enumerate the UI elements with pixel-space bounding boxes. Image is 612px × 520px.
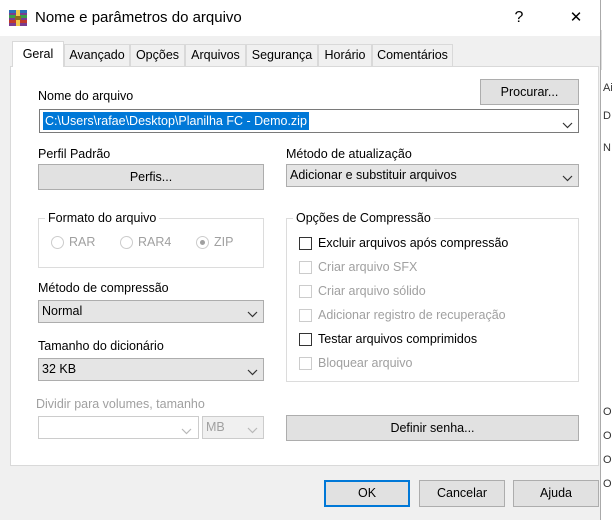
format-rar4-label: RAR4 <box>138 235 172 249</box>
format-zip-radio[interactable] <box>196 236 209 249</box>
archive-format-title: Formato do arquivo <box>45 211 160 225</box>
dictionary-size-value: 32 KB <box>42 362 77 376</box>
delete-files-checkbox[interactable] <box>299 237 312 250</box>
recovery-record-label: Adicionar registro de recuperação <box>318 308 506 322</box>
archive-dialog: Nome e parâmetros do arquivo ? ✕ Geral A… <box>0 0 601 520</box>
update-method-select[interactable]: Adicionar e substituir arquivos <box>286 164 579 187</box>
archive-name-label: Nome do arquivo <box>38 89 134 103</box>
background-fragment: D <box>603 110 611 122</box>
chevron-down-icon <box>247 365 258 376</box>
archive-name-combo[interactable]: C:\Users\rafae\Desktop\Planilha FC - Dem… <box>39 109 579 133</box>
ok-button[interactable]: OK <box>324 480 410 507</box>
background-fragment: Ai <box>603 82 612 94</box>
format-rar-label: RAR <box>69 235 96 249</box>
test-files-label[interactable]: Testar arquivos comprimidos <box>318 332 477 346</box>
chevron-down-icon[interactable] <box>562 118 573 132</box>
title-bar[interactable]: Nome e parâmetros do arquivo ? ✕ <box>0 0 600 36</box>
compression-method-select[interactable]: Normal <box>38 300 264 323</box>
split-size-select[interactable] <box>38 416 199 439</box>
browse-button[interactable]: Procurar... <box>480 79 579 105</box>
window-title: Nome e parâmetros do arquivo <box>35 9 242 26</box>
delete-files-label[interactable]: Excluir arquivos após compressão <box>318 236 508 250</box>
update-method-value: Adicionar e substituir arquivos <box>290 168 457 182</box>
update-method-label: Método de atualização <box>286 147 412 161</box>
tab-panel-geral: Nome do arquivo Procurar... C:\Users\raf… <box>10 66 599 466</box>
dictionary-size-select[interactable]: 32 KB <box>38 358 264 381</box>
lock-archive-checkbox[interactable] <box>299 357 312 370</box>
format-rar4-radio[interactable] <box>120 236 133 249</box>
compression-options-title: Opções de Compressão <box>293 211 434 225</box>
background-fragment: O <box>603 478 612 490</box>
winrar-icon <box>9 10 27 26</box>
help-button[interactable]: Ajuda <box>513 480 599 507</box>
lock-archive-label: Bloquear arquivo <box>318 356 413 370</box>
default-profile-label: Perfil Padrão <box>38 147 111 161</box>
background-window: Ai D N O O O O <box>601 0 612 520</box>
tab-opcoes[interactable]: Opções <box>130 44 185 66</box>
chevron-down-icon <box>562 171 573 182</box>
split-volumes-label: Dividir para volumes, tamanho <box>36 397 205 411</box>
dictionary-size-label: Tamanho do dicionário <box>38 339 164 353</box>
tab-comentarios[interactable]: Comentários <box>372 44 453 66</box>
tab-geral[interactable]: Geral <box>12 41 64 67</box>
profiles-button[interactable]: Perfis... <box>38 164 264 190</box>
set-password-button[interactable]: Definir senha... <box>286 415 579 441</box>
tab-horario[interactable]: Horário <box>318 44 372 66</box>
recovery-record-checkbox[interactable] <box>299 309 312 322</box>
background-fragment: N <box>603 142 611 154</box>
format-rar-radio[interactable] <box>51 236 64 249</box>
background-fragment: O <box>603 430 612 442</box>
compression-method-value: Normal <box>42 304 83 318</box>
compression-method-label: Método de compressão <box>38 281 169 295</box>
format-zip-label: ZIP <box>214 235 234 249</box>
chevron-down-icon <box>247 307 258 318</box>
split-unit-value: MB <box>206 420 225 434</box>
solid-archive-label: Criar arquivo sólido <box>318 284 426 298</box>
tab-seguranca[interactable]: Segurança <box>246 44 318 66</box>
solid-archive-checkbox[interactable] <box>299 285 312 298</box>
background-fragment: O <box>603 406 612 418</box>
tab-avancado[interactable]: Avançado <box>64 44 130 66</box>
chevron-down-icon <box>181 424 192 438</box>
split-unit-select[interactable]: MB <box>202 416 264 439</box>
close-icon[interactable]: ✕ <box>561 5 591 31</box>
test-files-checkbox[interactable] <box>299 333 312 346</box>
tab-arquivos[interactable]: Arquivos <box>185 44 246 66</box>
cancel-button[interactable]: Cancelar <box>419 480 505 507</box>
archive-name-input[interactable]: C:\Users\rafae\Desktop\Planilha FC - Dem… <box>43 112 309 130</box>
help-icon[interactable]: ? <box>504 5 534 31</box>
create-sfx-label: Criar arquivo SFX <box>318 260 418 274</box>
chevron-down-icon <box>247 423 258 434</box>
create-sfx-checkbox[interactable] <box>299 261 312 274</box>
background-fragment: O <box>603 454 612 466</box>
